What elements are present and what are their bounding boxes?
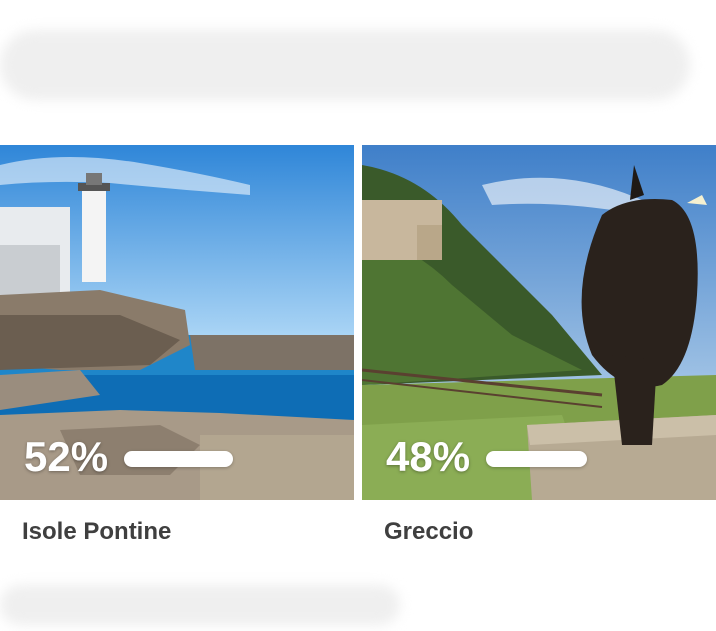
percent-bar [486, 451, 587, 467]
percent-bar [124, 451, 233, 467]
percent-label: 48% [386, 433, 471, 480]
percent-label: 52% [24, 433, 109, 480]
poll-option-isole-pontine[interactable]: 52% [0, 145, 354, 500]
option-name: Greccio [384, 518, 474, 545]
blurred-footer [0, 585, 400, 625]
option-name: Isole Pontine [22, 518, 172, 545]
poll-option-greccio[interactable]: 48% [362, 145, 716, 500]
blurred-header [0, 30, 690, 100]
